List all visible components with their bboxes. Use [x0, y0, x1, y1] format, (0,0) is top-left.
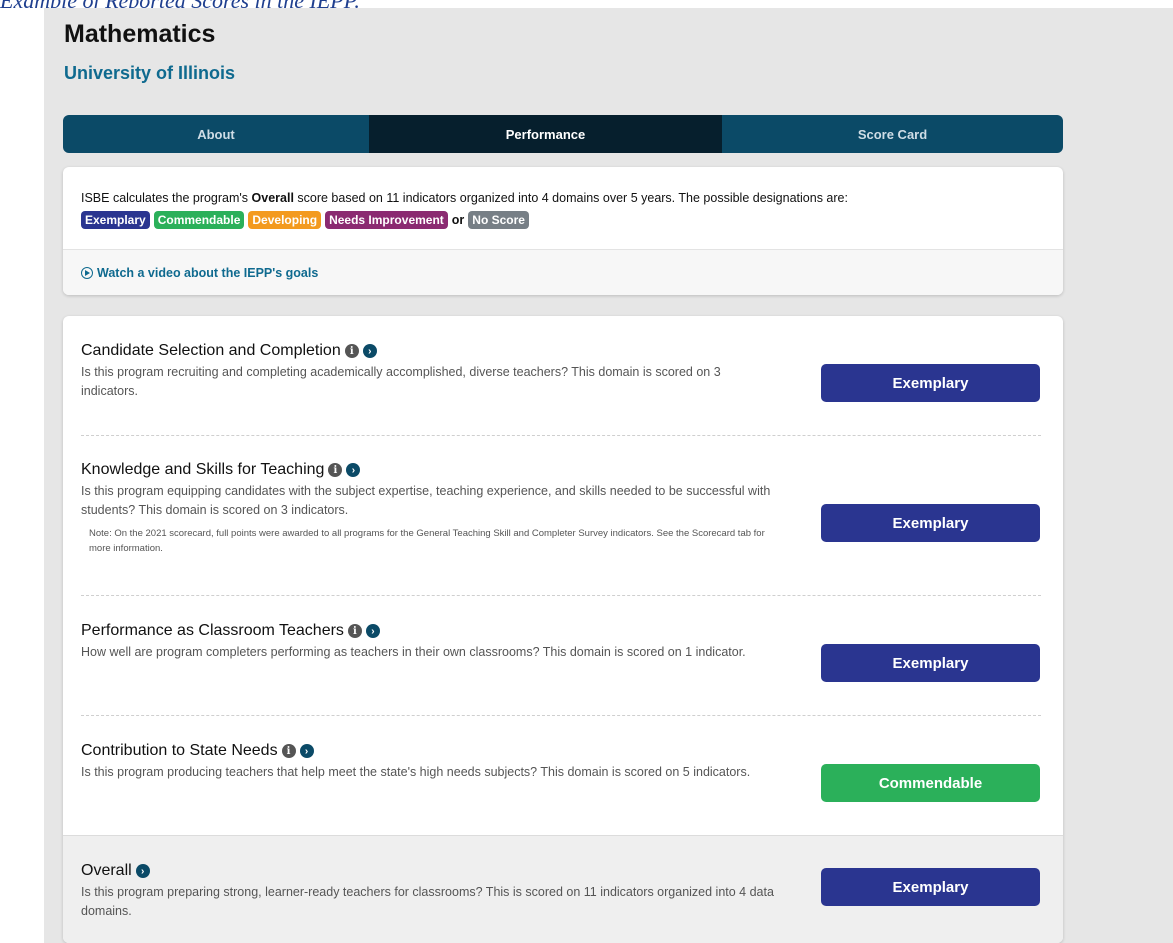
chevron-right-icon[interactable]: › — [365, 624, 380, 638]
divider — [81, 435, 1041, 436]
chevron-right-icon[interactable]: › — [135, 864, 150, 878]
designation-badges: Exemplary Commendable Developing Needs I… — [81, 211, 529, 229]
tab-about[interactable]: About — [63, 115, 369, 153]
badge-no-score: No Score — [468, 211, 529, 229]
overall-description: Is this program preparing strong, learne… — [81, 885, 774, 918]
domain-description: Is this program recruiting and completin… — [81, 365, 721, 398]
or-text: or — [451, 213, 465, 227]
tab-bar: About Performance Score Card — [63, 115, 1063, 153]
badge-needs-improvement: Needs Improvement — [325, 211, 448, 229]
info-icon[interactable]: i — [344, 344, 359, 358]
domain-title-label: Knowledge and Skills for Teaching — [81, 461, 325, 478]
institution-name: University of Illinois — [64, 63, 236, 83]
overall-section: Overall › Is this program preparing stro… — [63, 835, 1063, 943]
badge-commendable: Commendable — [153, 211, 245, 229]
domain-description: Is this program producing teachers that … — [81, 765, 751, 779]
domain-title-label: Contribution to State Needs — [81, 742, 278, 759]
info-card: ISBE calculates the program's Overall sc… — [63, 167, 1063, 295]
chevron-right-icon[interactable]: › — [346, 463, 361, 477]
play-circle-icon — [81, 266, 93, 279]
domain-description: How well are program completers performi… — [81, 645, 746, 659]
tab-performance[interactable]: Performance — [369, 115, 722, 153]
info-icon[interactable]: i — [328, 463, 343, 477]
domain-title-knowledge-skills: Knowledge and Skills for Teaching i › — [81, 461, 361, 479]
badge-exemplary: Exemplary — [81, 211, 150, 229]
domain-title-candidate-selection: Candidate Selection and Completion i › — [81, 342, 377, 360]
rating-badge-candidate-selection: Exemplary — [821, 364, 1040, 402]
video-bar: Watch a video about the IEPP's goals — [63, 249, 1063, 295]
divider — [81, 595, 1041, 596]
info-text-end: score based on 11 indicators organized i… — [293, 191, 848, 205]
overall-title: Overall › — [81, 862, 150, 880]
domain-title-label: Performance as Classroom Teachers — [81, 622, 344, 639]
info-icon[interactable]: i — [347, 624, 362, 638]
info-text: ISBE calculates the program's Overall sc… — [81, 191, 848, 205]
domain-title-label: Candidate Selection and Completion — [81, 342, 341, 359]
badge-developing: Developing — [248, 211, 322, 229]
chevron-right-icon[interactable]: › — [362, 344, 377, 358]
watch-video-label: Watch a video about the IEPP's goals — [97, 265, 319, 280]
rating-badge-overall: Exemplary — [821, 868, 1040, 906]
domains-card: Candidate Selection and Completion i › I… — [63, 316, 1063, 943]
domain-title-state-needs: Contribution to State Needs i › — [81, 742, 314, 760]
tab-score-card[interactable]: Score Card — [722, 115, 1063, 153]
domain-note: Note: On the 2021 scorecard, full points… — [89, 528, 765, 554]
info-text-start: ISBE calculates the program's — [81, 191, 252, 205]
rating-badge-state-needs: Commendable — [821, 764, 1040, 802]
domain-title-performance-classroom: Performance as Classroom Teachers i › — [81, 622, 380, 640]
domain-description: Is this program equipping candidates wit… — [81, 484, 771, 517]
rating-badge-knowledge-skills: Exemplary — [821, 504, 1040, 542]
overall-title-label: Overall — [81, 862, 132, 879]
page-title: Mathematics — [64, 20, 216, 48]
info-icon[interactable]: i — [281, 744, 296, 758]
info-text-bold: Overall — [251, 191, 294, 205]
watch-video-link[interactable]: Watch a video about the IEPP's goals — [81, 266, 318, 280]
divider — [81, 715, 1041, 716]
chevron-right-icon[interactable]: › — [299, 744, 314, 758]
program-page: Mathematics University of Illinois About… — [44, 8, 1173, 943]
rating-badge-performance-classroom: Exemplary — [821, 644, 1040, 682]
